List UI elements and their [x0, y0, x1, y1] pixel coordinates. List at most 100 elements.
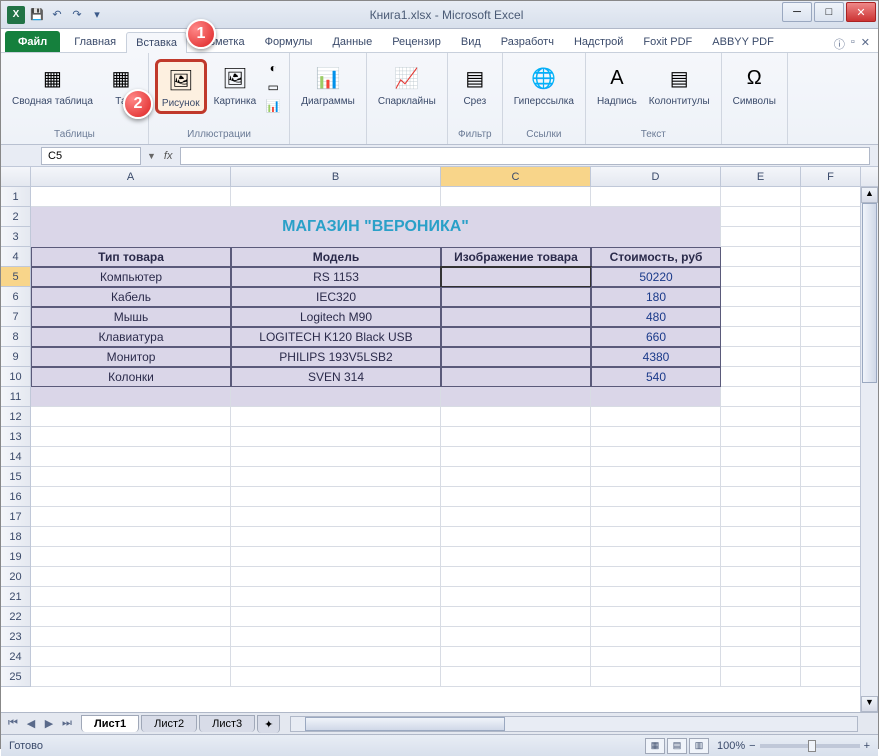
cell[interactable] [801, 307, 861, 327]
cell[interactable] [721, 627, 801, 647]
table-cell[interactable]: Компьютер [31, 267, 231, 287]
redo-icon[interactable]: ↷ [69, 7, 85, 23]
cell[interactable] [591, 427, 721, 447]
cell[interactable] [591, 467, 721, 487]
name-box[interactable]: C5 [41, 147, 141, 165]
cell[interactable] [231, 587, 441, 607]
row-header[interactable]: 19 [1, 547, 31, 567]
tab-foxit[interactable]: Foxit PDF [633, 31, 702, 52]
table-header[interactable]: Тип товара [31, 247, 231, 267]
table-cell[interactable]: 4380 [591, 347, 721, 367]
minimize-button[interactable]: ─ [782, 2, 812, 22]
sheet-tab-1[interactable]: Лист1 [81, 715, 139, 732]
row-header[interactable]: 14 [1, 447, 31, 467]
store-title[interactable]: МАГАЗИН "ВЕРОНИКА" [31, 207, 721, 247]
cell[interactable] [231, 387, 441, 407]
new-sheet-button[interactable]: ✦ [257, 715, 280, 733]
cell[interactable] [231, 547, 441, 567]
cell[interactable] [721, 507, 801, 527]
cell[interactable] [721, 347, 801, 367]
cell[interactable] [231, 647, 441, 667]
close-button[interactable]: ✕ [846, 2, 876, 22]
table-cell[interactable] [441, 367, 591, 387]
cell[interactable] [591, 447, 721, 467]
table-cell[interactable]: PHILIPS 193V5LSB2 [231, 347, 441, 367]
cell[interactable] [31, 547, 231, 567]
page-layout-view-icon[interactable]: ▤ [667, 738, 687, 754]
qat-more-icon[interactable]: ▾ [89, 7, 105, 23]
picture-button[interactable]: 🖼 Рисунок [155, 59, 207, 114]
row-header[interactable]: 6 [1, 287, 31, 307]
cell[interactable] [441, 567, 591, 587]
vertical-scrollbar[interactable]: ▲ ▼ [860, 187, 878, 712]
row-header[interactable]: 11 [1, 387, 31, 407]
cell[interactable] [441, 607, 591, 627]
cell[interactable] [591, 567, 721, 587]
maximize-button[interactable]: □ [814, 2, 844, 22]
cell[interactable] [31, 607, 231, 627]
formula-input[interactable] [180, 147, 870, 165]
zoom-thumb[interactable] [808, 740, 816, 752]
cell[interactable] [231, 187, 441, 207]
row-header[interactable]: 15 [1, 467, 31, 487]
row-header[interactable]: 2 [1, 207, 31, 227]
cell[interactable] [801, 427, 861, 447]
cell[interactable] [31, 387, 231, 407]
cell[interactable] [721, 467, 801, 487]
cell[interactable] [801, 567, 861, 587]
table-cell[interactable]: Монитор [31, 347, 231, 367]
ribbon-min-icon[interactable]: ▫ [851, 36, 855, 52]
table-cell[interactable]: Мышь [31, 307, 231, 327]
zoom-slider[interactable] [760, 744, 860, 748]
cell[interactable] [231, 527, 441, 547]
vscroll-thumb[interactable] [862, 203, 877, 383]
row-header[interactable]: 9 [1, 347, 31, 367]
cell[interactable] [441, 647, 591, 667]
cell[interactable] [721, 587, 801, 607]
table-cell[interactable]: LOGITECH K120 Black USB [231, 327, 441, 347]
cells-area[interactable]: МАГАЗИН "ВЕРОНИКА"Тип товараМодельИзобра… [31, 187, 878, 687]
cell[interactable] [801, 187, 861, 207]
row-header[interactable]: 21 [1, 587, 31, 607]
cell[interactable] [441, 487, 591, 507]
row-header[interactable]: 22 [1, 607, 31, 627]
cell[interactable] [801, 207, 861, 227]
scroll-down-icon[interactable]: ▼ [861, 696, 878, 712]
cell[interactable] [441, 667, 591, 687]
namebox-dropdown-icon[interactable]: ▼ [147, 151, 156, 161]
cell[interactable] [231, 507, 441, 527]
table-header[interactable]: Изображение товара [441, 247, 591, 267]
col-header-b[interactable]: B [231, 167, 441, 186]
table-cell[interactable]: 540 [591, 367, 721, 387]
tab-developer[interactable]: Разработч [491, 31, 564, 52]
row-header[interactable]: 10 [1, 367, 31, 387]
sheet-tab-3[interactable]: Лист3 [199, 715, 255, 732]
page-break-view-icon[interactable]: ▥ [689, 738, 709, 754]
undo-icon[interactable]: ↶ [49, 7, 65, 23]
cell[interactable] [721, 487, 801, 507]
cell[interactable] [721, 267, 801, 287]
cell[interactable] [721, 227, 801, 247]
table-cell[interactable]: IEC320 [231, 287, 441, 307]
cell[interactable] [721, 407, 801, 427]
cell[interactable] [31, 667, 231, 687]
sheet-tab-2[interactable]: Лист2 [141, 715, 197, 732]
slicer-button[interactable]: ▤ Срез [454, 59, 496, 110]
cell[interactable] [31, 187, 231, 207]
zoom-level[interactable]: 100% [717, 740, 745, 752]
cell[interactable] [31, 447, 231, 467]
row-header[interactable]: 7 [1, 307, 31, 327]
cell[interactable] [441, 547, 591, 567]
cell[interactable] [801, 627, 861, 647]
cell[interactable] [801, 367, 861, 387]
pivot-table-button[interactable]: ▦ Сводная таблица [7, 59, 98, 110]
cell[interactable] [801, 227, 861, 247]
table-cell[interactable]: Logitech M90 [231, 307, 441, 327]
cell[interactable] [801, 527, 861, 547]
cell[interactable] [801, 467, 861, 487]
cell[interactable] [801, 647, 861, 667]
cell[interactable] [721, 307, 801, 327]
table-cell[interactable]: Колонки [31, 367, 231, 387]
row-header[interactable]: 3 [1, 227, 31, 247]
table-cell[interactable]: Клавиатура [31, 327, 231, 347]
